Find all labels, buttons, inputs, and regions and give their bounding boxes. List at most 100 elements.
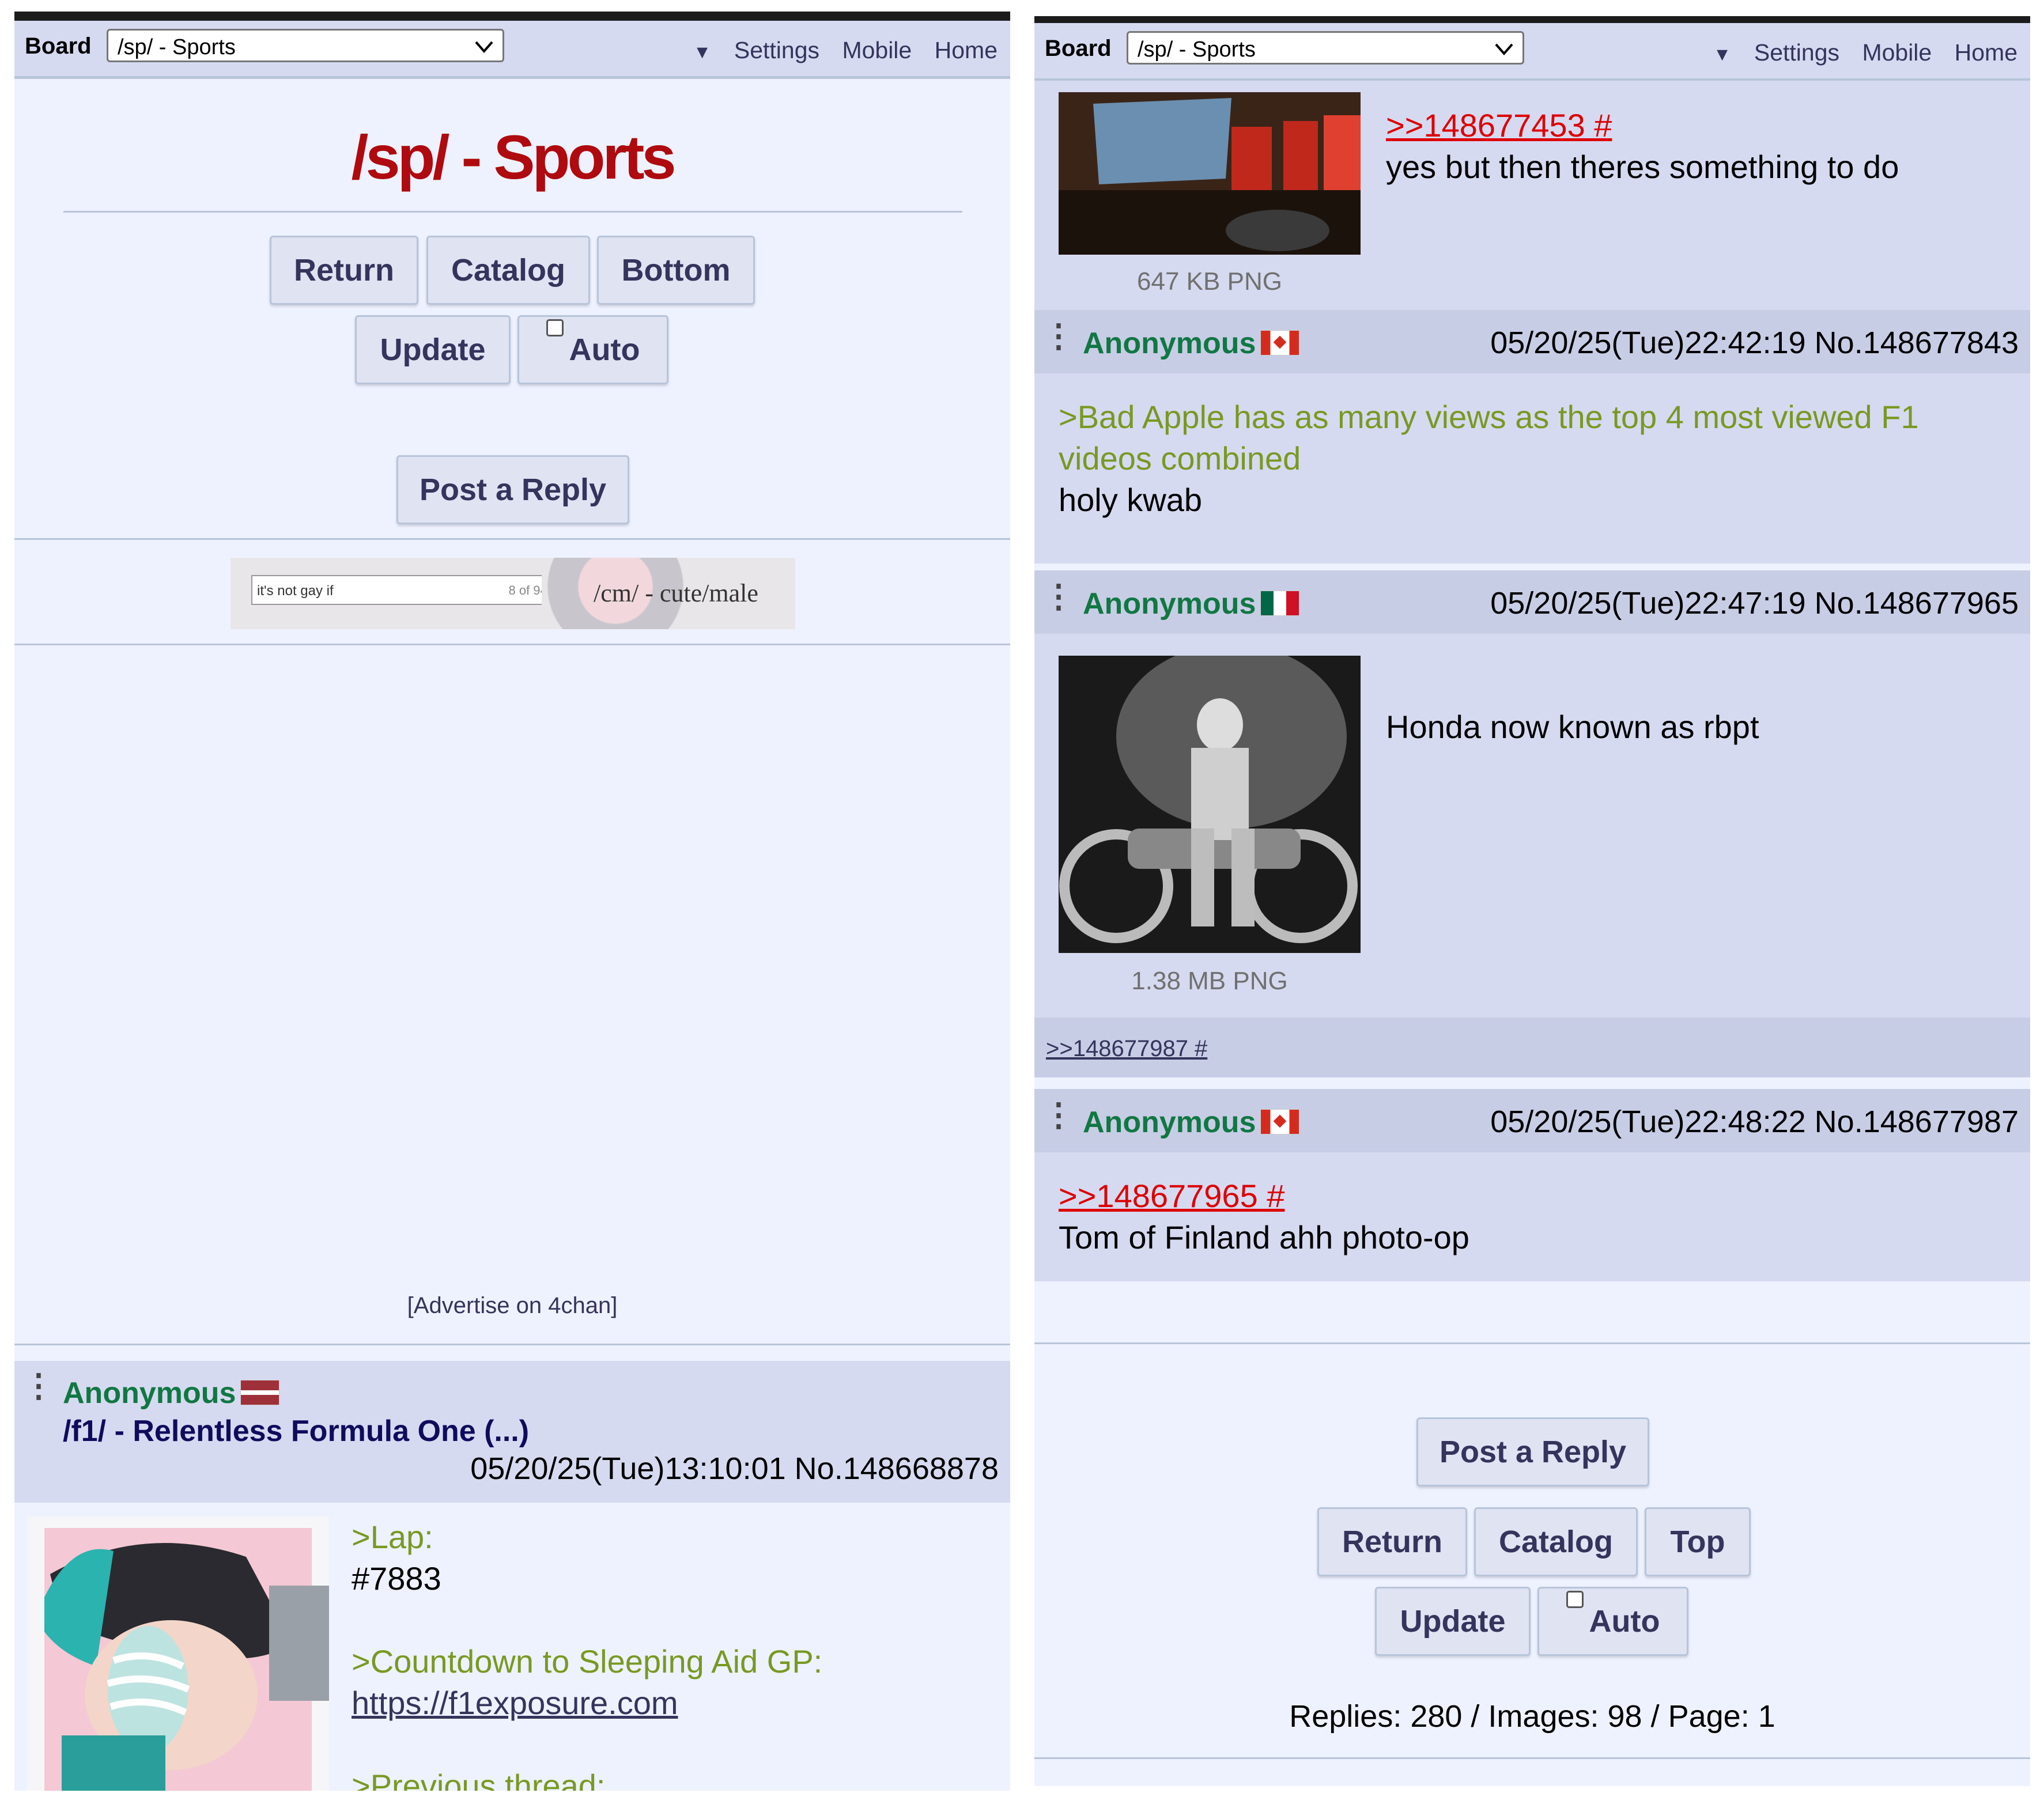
backlink[interactable]: >>148677987 # [1046, 1036, 1207, 1062]
return-button[interactable]: Return [270, 236, 418, 305]
backlinks-bar: >>148677987 # [1034, 1018, 2030, 1077]
canada-flag-icon [1260, 1109, 1300, 1135]
post-meta: 05/20/25(Tue)22:42:19 No.148677843 [1490, 325, 2019, 361]
op-thumbnail[interactable] [27, 1516, 329, 1791]
divider [14, 1344, 1010, 1345]
file-info[interactable]: 1.38 MB PNG [1059, 967, 1361, 996]
divider [1034, 1342, 2030, 1344]
poster-name: Anonymous [1083, 1105, 1300, 1140]
board-select-value: /sp/ - Sports [1138, 37, 1256, 62]
post-reply-button[interactable]: Post a Reply [396, 455, 629, 524]
auto-label: Auto [569, 332, 640, 367]
poster-name-text: Anonymous [63, 1376, 236, 1410]
post-reply-button[interactable]: Post a Reply [1416, 1417, 1649, 1487]
board-select[interactable]: /sp/ - Sports [1127, 31, 1524, 65]
board-select-value: /sp/ - Sports [118, 35, 236, 59]
post-menu-icon[interactable]: ⋮ [22, 1367, 55, 1405]
top-bar: Board /sp/ - Sports ▼ Settings Mobile Ho… [14, 21, 1010, 79]
post-number[interactable]: No.148677987 [1815, 1105, 2019, 1139]
post-meta: 05/20/25(Tue)22:48:22 No.148677987 [1490, 1104, 2019, 1140]
quote-link[interactable]: >>148677965 # [1059, 1175, 2015, 1217]
board-title: /sp/ - Sports [351, 122, 676, 192]
reply-header: ⋮ Anonymous 05/20/25(Tue)22:47:19 No.148… [1034, 570, 2030, 634]
reply-header: ⋮ Anonymous 05/20/25(Tue)22:42:19 No.148… [1034, 310, 2030, 373]
post-menu-icon[interactable]: ⋮ [1042, 577, 1075, 615]
reply-thumbnail[interactable] [1059, 92, 1361, 255]
update-button[interactable]: Update [355, 315, 511, 384]
menu-toggle-icon[interactable]: ▼ [1713, 44, 1732, 65]
comment-line: holy kwab [1059, 482, 1203, 518]
mobile-link[interactable]: Mobile [1862, 39, 1932, 66]
divider [63, 211, 962, 213]
reply-comment: >>148677453 # yes but then theres someth… [1386, 105, 2008, 188]
catalog-button[interactable]: Catalog [1474, 1507, 1638, 1576]
greentext-line: >Bad Apple has as many views as the top … [1059, 399, 1919, 476]
settings-link[interactable]: Settings [1754, 39, 1839, 66]
reply-thumbnail-art [1059, 656, 1361, 953]
board-select[interactable]: /sp/ - Sports [107, 29, 504, 62]
bottom-button[interactable]: Bottom [597, 236, 755, 305]
comment-line: Tom of Finland ahh photo-op [1059, 1219, 1469, 1255]
quote-link[interactable]: >>148677453 # [1386, 105, 2008, 146]
banner-tag: /cm/ - cute/male [594, 579, 758, 607]
auto-checkbox[interactable] [546, 319, 564, 336]
menu-toggle-icon[interactable]: ▼ [693, 41, 712, 62]
poster-name-text: Anonymous [1083, 1106, 1256, 1139]
home-link[interactable]: Home [935, 37, 998, 63]
top-button[interactable]: Top [1645, 1507, 1751, 1576]
advertise-link[interactable]: [Advertise on 4chan] [14, 1293, 1010, 1319]
right-screen: Board /sp/ - Sports ▼ Settings Mobile Ho… [1034, 16, 2030, 1786]
post-datetime: 05/20/25(Tue)22:47:19 [1490, 586, 1806, 621]
update-button[interactable]: Update [1375, 1587, 1531, 1656]
mobile-link[interactable]: Mobile [842, 37, 912, 63]
thread-stats: Replies: 280 / Images: 98 / Page: 1 [1289, 1699, 1775, 1734]
nav-links: ▼ Settings Mobile Home [1713, 39, 2017, 66]
divider [14, 644, 1010, 645]
post-meta: 05/20/25(Tue)22:47:19 No.148677965 [1490, 585, 2019, 621]
auto-toggle[interactable]: Auto [517, 315, 668, 384]
reply-comment: >Bad Apple has as many views as the top … [1059, 396, 2015, 521]
reply-post: ⋮ Anonymous 05/20/25(Tue)22:48:22 No.148… [1034, 1089, 2030, 1281]
status-stripe [14, 12, 1010, 21]
latvia-flag-icon [240, 1380, 280, 1406]
greentext-line: >Lap: [352, 1519, 433, 1555]
poster-name: Anonymous [1083, 587, 1300, 621]
post-datetime: 05/20/25(Tue)13:10:01 [470, 1451, 786, 1486]
post-number[interactable]: No.148677843 [1815, 326, 2019, 360]
post-menu-icon[interactable]: ⋮ [1042, 1096, 1075, 1134]
poster-name-text: Anonymous [1083, 327, 1256, 360]
post-menu-icon[interactable]: ⋮ [1042, 317, 1075, 355]
reply-post: ⋮ Anonymous 05/20/25(Tue)22:42:19 No.148… [1034, 310, 2030, 563]
auto-checkbox[interactable] [1566, 1591, 1584, 1608]
home-link[interactable]: Home [1955, 39, 2017, 66]
thread-subject: /f1/ - Relentless Formula One (...) [63, 1414, 530, 1448]
external-link[interactable]: https://f1exposure.com [352, 1682, 997, 1724]
chevron-down-icon [475, 41, 493, 54]
settings-link[interactable]: Settings [734, 37, 819, 63]
file-info[interactable]: 647 KB PNG [1059, 267, 1361, 296]
divider [14, 538, 1010, 540]
return-button[interactable]: Return [1317, 1507, 1467, 1576]
banner-ad[interactable]: it's not gay if 8 of 946 /cm/ - cute/mal… [231, 558, 795, 629]
reply-post: ⋮ Anonymous 05/20/25(Tue)22:47:19 No.148… [1034, 570, 2030, 1077]
poster-name: Anonymous [63, 1376, 280, 1410]
status-stripe [1034, 16, 2030, 23]
op-thumbnail-art [44, 1528, 329, 1791]
catalog-button[interactable]: Catalog [426, 236, 590, 305]
canada-flag-icon [1260, 330, 1300, 356]
post-number[interactable]: No.148668878 [795, 1451, 999, 1486]
board-label: Board [1045, 36, 1112, 61]
post-datetime: 05/20/25(Tue)22:48:22 [1490, 1105, 1806, 1139]
comment-line: Honda now known as rbpt [1386, 709, 1759, 745]
reply-comment: Honda now known as rbpt [1386, 706, 2008, 748]
banner-search-field: it's not gay if 8 of 946 [251, 575, 562, 605]
auto-toggle[interactable]: Auto [1537, 1587, 1688, 1656]
top-bar: Board /sp/ - Sports ▼ Settings Mobile Ho… [1034, 23, 2030, 81]
reply-thumbnail[interactable] [1059, 656, 1361, 953]
post-number[interactable]: No.148677965 [1815, 586, 2019, 621]
post-meta: 05/20/25(Tue)13:10:01 No.148668878 [470, 1451, 999, 1487]
greentext-line: >Countdown to Sleeping Aid GP: [352, 1643, 823, 1680]
mexico-flag-icon [1260, 591, 1300, 616]
banner-field-text: it's not gay if [257, 583, 334, 599]
